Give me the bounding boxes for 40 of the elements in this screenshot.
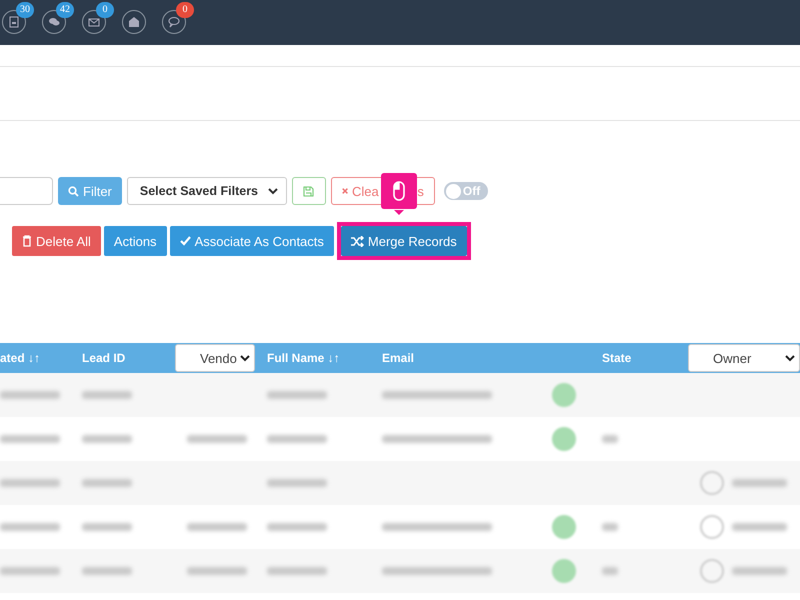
column-filter-dropdown[interactable]: Owner [688,344,800,372]
chevron-icon [240,354,250,362]
saved-filters-dropdown[interactable]: Select Saved Filters [126,177,287,205]
close-icon [342,187,348,195]
nav-button[interactable] [122,10,146,34]
bubble-icon [168,16,180,28]
mouse-icon [393,181,405,201]
filter-button[interactable]: Filter [58,177,122,205]
chat-icon [48,16,60,28]
column-header[interactable]: Lead ID [82,351,126,365]
count-badge: 42 [56,2,74,18]
check-icon [180,236,191,246]
search-field[interactable] [0,177,53,205]
table-row[interactable] [0,373,800,417]
column-header[interactable]: State [602,351,632,365]
document-icon [8,16,20,28]
trash-icon [22,235,32,247]
count-badge: 0 [176,2,194,18]
chevron-icon [785,354,795,362]
count-badge: 0 [96,2,114,18]
table-row[interactable] [0,549,800,593]
avatar-icon [700,559,724,583]
table-row[interactable] [0,461,800,505]
associate-button[interactable]: Associate As Contacts [170,226,334,256]
chevron-icon [268,188,278,194]
column-header[interactable]: Email [382,351,414,365]
delete-button[interactable]: Delete All [12,226,101,256]
column-filter-dropdown[interactable]: Vendo [175,344,255,372]
column-header[interactable]: Full Name ↓↑ [267,351,340,365]
count-badge: 30 [16,2,34,18]
search-icon [68,186,79,196]
avatar-icon [700,471,724,495]
save-button[interactable] [292,177,326,205]
toggle-switch[interactable]: Off [444,182,488,200]
column-header[interactable]: ated ↓↑ [0,351,40,365]
mail-icon [88,16,100,28]
shuffle-icon [350,236,364,246]
merge-button[interactable]: Merge Records [340,226,467,256]
avatar-icon [700,515,724,539]
actions-button[interactable]: Actions [104,226,167,256]
